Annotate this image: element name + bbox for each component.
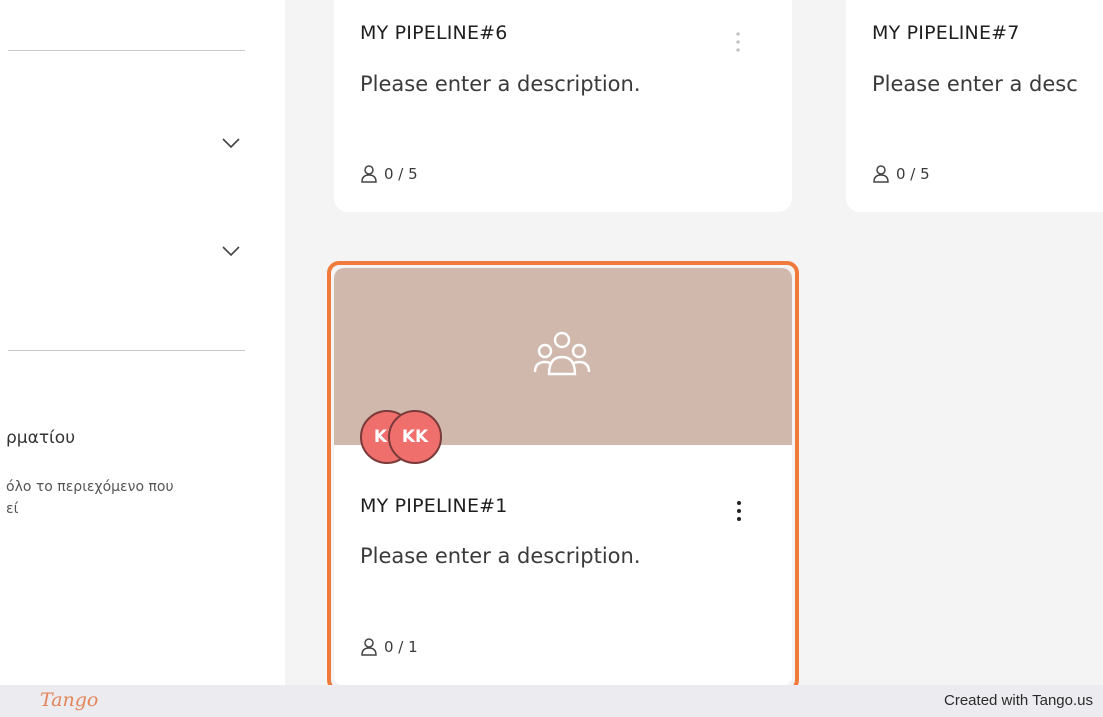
room-description: όλο το περιεχόμενο που [6, 479, 174, 495]
sidebar-divider [8, 350, 245, 351]
chevron-down-icon[interactable] [221, 244, 241, 258]
more-options-icon[interactable] [731, 499, 747, 523]
pipeline-title: MY PIPELINE#6 [360, 22, 508, 44]
avatar[interactable]: KK [388, 410, 442, 464]
pipeline-description: Please enter a description. [360, 72, 641, 96]
pipeline-title: MY PIPELINE#7 [872, 22, 1020, 44]
tango-credit[interactable]: Created with Tango.us [944, 692, 1093, 709]
pipeline-card[interactable]: KK KK MY PIPELINE#1 Please enter a descr… [334, 268, 792, 686]
member-count: 0 / 5 [360, 164, 418, 184]
user-icon [361, 638, 377, 656]
member-count: 0 / 1 [360, 637, 418, 657]
member-count-label: 0 / 5 [384, 165, 418, 183]
sidebar: ρματίου όλο το περιεχόμενο που εί [0, 0, 285, 685]
member-count-label: 0 / 1 [384, 638, 418, 656]
pipeline-card[interactable]: MY PIPELINE#7 Please enter a desc 0 / 5 [846, 0, 1103, 212]
room-title: ρματίου [6, 428, 76, 448]
member-count-label: 0 / 5 [896, 165, 930, 183]
pipeline-title: MY PIPELINE#1 [360, 495, 508, 517]
pipeline-description: Please enter a desc [872, 72, 1078, 96]
pipeline-description: Please enter a description. [360, 544, 641, 568]
chevron-down-icon[interactable] [221, 136, 241, 150]
more-options-icon[interactable] [730, 30, 746, 54]
sidebar-divider [8, 50, 245, 51]
user-icon [361, 165, 377, 183]
user-icon [873, 165, 889, 183]
tango-logo: Tango [40, 689, 99, 711]
pipeline-card[interactable]: MY PIPELINE#6 Please enter a description… [334, 0, 792, 212]
room-description: εί [6, 501, 19, 517]
tango-footer: Tango Created with Tango.us [0, 685, 1103, 717]
member-count: 0 / 5 [872, 164, 930, 184]
group-icon [533, 331, 591, 376]
